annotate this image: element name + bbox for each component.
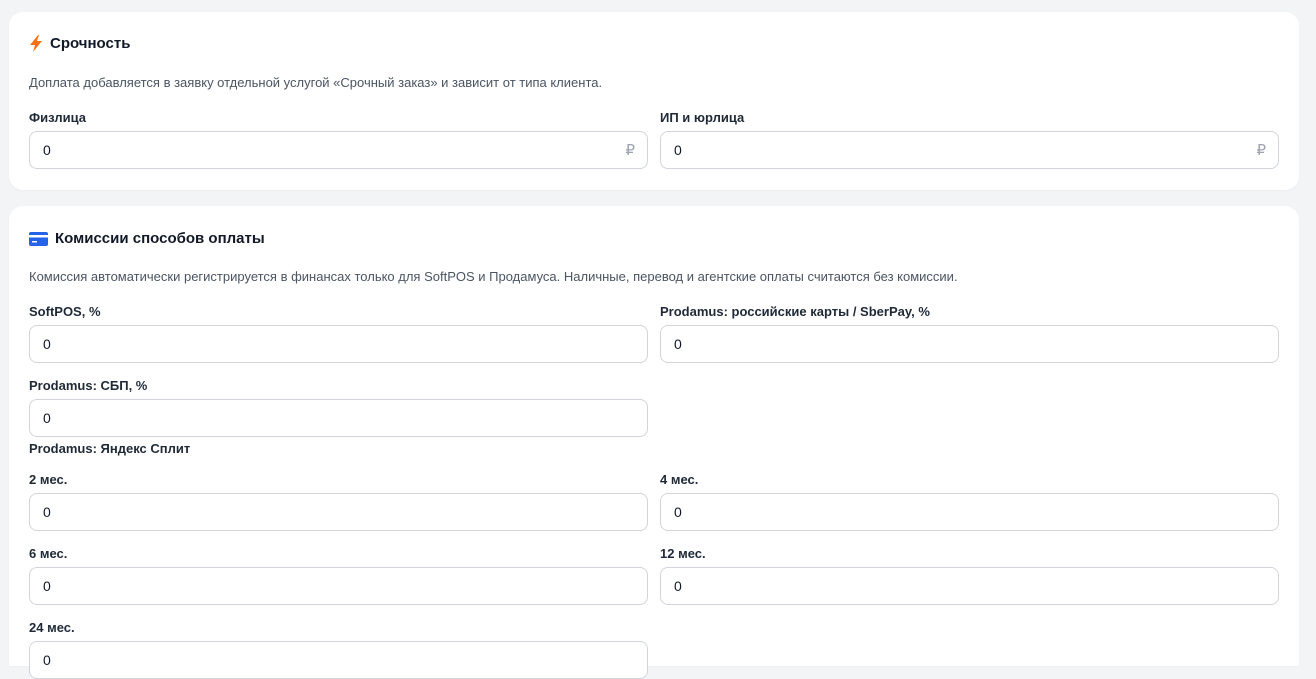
field-prodamus-cards: Prodamus: российские карты / SberPay, % … [660,303,1279,363]
fees-description: Комиссия автоматически регистрируется в … [29,269,958,284]
yandex-split-heading: Prodamus: Яндекс Сплит [29,441,191,456]
split-12m-fee-input[interactable]: 0 [660,567,1279,605]
split-6m-fee-input[interactable]: 0 [29,567,648,605]
field-individuals-label: Физлица [29,110,87,125]
field-individuals: Физлица 0 ₽ [29,109,648,169]
field-split-24m-label: 24 мес. [29,620,75,635]
split-2m-fee-input[interactable]: 0 [29,493,648,531]
field-split-2m-label: 2 мес. [29,472,68,487]
field-prodamus-sbp: Prodamus: СБП, % 0 [29,377,648,437]
fees-title: Комиссии способов оплаты [29,230,265,247]
individuals-surcharge-value: 0 [43,142,51,158]
urgency-description: Доплата добавляется в заявку отдельной у… [29,75,603,90]
field-entities-label: ИП и юрлица [660,110,745,125]
split-24m-fee-input[interactable]: 0 [29,641,648,679]
credit-card-icon [29,231,48,246]
field-split-24m: 24 мес. 0 [29,619,648,679]
split-4m-fee-input[interactable]: 0 [660,493,1279,531]
entities-surcharge-input[interactable]: 0 ₽ [660,131,1279,169]
prodamus-cards-fee-value: 0 [674,336,682,352]
field-split-4m: 4 мес. 0 [660,471,1279,531]
urgency-title: Срочность [29,35,130,52]
lightning-bolt-icon [30,35,42,52]
ruble-sign: ₽ [1256,142,1266,159]
prodamus-cards-fee-input[interactable]: 0 [660,325,1279,363]
field-split-12m: 12 мес. 0 [660,545,1279,605]
field-split-4m-label: 4 мес. [660,472,699,487]
urgency-title-text: Срочность [50,35,131,52]
softpos-fee-input[interactable]: 0 [29,325,648,363]
split-6m-fee-value: 0 [43,578,51,594]
field-prodamus-sbp-label: Prodamus: СБП, % [29,378,148,393]
field-split-6m: 6 мес. 0 [29,545,648,605]
softpos-fee-value: 0 [43,336,51,352]
ruble-sign: ₽ [625,142,635,159]
fees-title-text: Комиссии способов оплаты [55,230,265,247]
urgency-card: Срочность Доплата добавляется в заявку о… [9,12,1299,190]
field-split-6m-label: 6 мес. [29,546,68,561]
field-split-2m: 2 мес. 0 [29,471,648,531]
payment-fees-card: Комиссии способов оплаты Комиссия автома… [9,206,1299,679]
field-prodamus-cards-label: Prodamus: российские карты / SberPay, % [660,304,930,319]
field-entities: ИП и юрлица 0 ₽ [660,109,1279,169]
prodamus-sbp-fee-input[interactable]: 0 [29,399,648,437]
field-softpos-label: SoftPOS, % [29,304,101,319]
field-split-12m-label: 12 мес. [660,546,706,561]
individuals-surcharge-input[interactable]: 0 ₽ [29,131,648,169]
split-24m-fee-value: 0 [43,652,51,668]
split-12m-fee-value: 0 [674,578,682,594]
split-2m-fee-value: 0 [43,504,51,520]
prodamus-sbp-fee-value: 0 [43,410,51,426]
field-softpos: SoftPOS, % 0 [29,303,648,363]
split-4m-fee-value: 0 [674,504,682,520]
entities-surcharge-value: 0 [674,142,682,158]
